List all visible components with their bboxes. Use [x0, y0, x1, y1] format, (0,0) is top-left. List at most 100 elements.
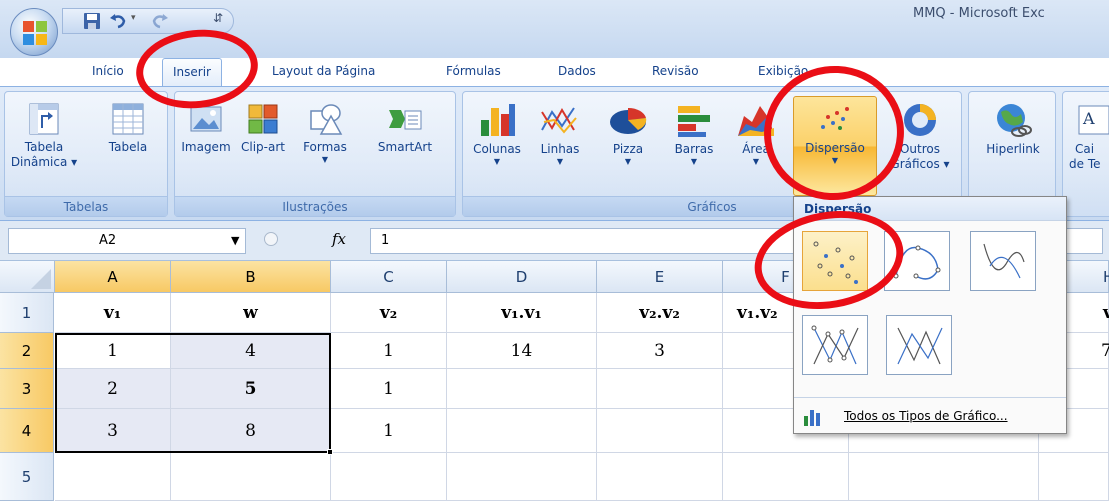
- cell-e3[interactable]: [597, 369, 723, 409]
- bar-chart-icon: [678, 106, 710, 137]
- cell-a3[interactable]: 2: [55, 369, 171, 409]
- hiperlink-label: Hiperlink: [986, 142, 1040, 156]
- cell-b5[interactable]: [171, 453, 331, 501]
- redo-icon[interactable]: [151, 12, 169, 30]
- scatter-smooth-lines-markers-option[interactable]: [884, 231, 950, 291]
- tab-dados[interactable]: Dados: [554, 58, 600, 86]
- colunas-dropdown-icon: ▼: [493, 157, 501, 166]
- barras-button[interactable]: Barras ▼: [667, 98, 721, 194]
- scatter-straight-lines-markers-option[interactable]: [802, 315, 868, 375]
- scatter-markers-only-option[interactable]: [802, 231, 868, 291]
- cell-c1[interactable]: v₂: [331, 293, 447, 333]
- scatter-straight-lines-option[interactable]: [886, 315, 952, 375]
- all-chart-types-label: Todos os Tipos de Gráfico...: [844, 409, 1008, 423]
- row-header-2[interactable]: 2: [0, 333, 54, 369]
- cell-h5[interactable]: [1039, 453, 1109, 501]
- name-box[interactable]: A2 ▼: [8, 228, 246, 254]
- column-header-c[interactable]: C: [331, 261, 447, 293]
- formula-cancel-icon[interactable]: [264, 232, 278, 246]
- pizza-dropdown-icon: ▼: [624, 157, 632, 166]
- tab-exibicao[interactable]: Exibição: [754, 58, 812, 86]
- select-all-corner[interactable]: [0, 261, 55, 293]
- undo-icon[interactable]: [109, 12, 127, 30]
- cell-f5[interactable]: [723, 453, 849, 501]
- group-ilustracoes-label: Ilustrações: [175, 196, 455, 216]
- name-box-dropdown-icon[interactable]: ▼: [231, 234, 239, 247]
- cell-d4[interactable]: [447, 409, 597, 453]
- cell-a1[interactable]: v₁: [55, 293, 171, 333]
- smartart-button[interactable]: SmartArt: [365, 98, 445, 194]
- clip-art-button[interactable]: Clip-art: [233, 98, 293, 194]
- tab-layout-da-pagina[interactable]: Layout da Página: [268, 58, 379, 86]
- tab-formulas[interactable]: Fórmulas: [442, 58, 505, 86]
- cell-b2[interactable]: 4: [171, 333, 331, 369]
- row-header-5[interactable]: 5: [0, 453, 54, 501]
- tab-revisao[interactable]: Revisão: [648, 58, 703, 86]
- area-dropdown-icon: ▼: [752, 157, 760, 166]
- cell-b1[interactable]: w: [171, 293, 331, 333]
- scatter-smooth-lines-option[interactable]: [970, 231, 1036, 291]
- imagem-button[interactable]: Imagem: [181, 98, 231, 194]
- scatter-chart-gallery: Dispersão Todos os Tipos de Gráfico...: [793, 196, 1067, 434]
- cell-c3[interactable]: 1: [331, 369, 447, 409]
- column-header-d[interactable]: D: [447, 261, 597, 293]
- linhas-button[interactable]: Linhas ▼: [533, 98, 587, 194]
- tabela-button[interactable]: Tabela: [97, 98, 159, 194]
- other-charts-icon: [904, 104, 936, 136]
- outros-graficos-button[interactable]: Outros Gráficos ▾: [883, 98, 957, 194]
- cell-c4[interactable]: 1: [331, 409, 447, 453]
- cell-e1[interactable]: v₂.v₂: [597, 293, 723, 333]
- cell-g5[interactable]: [849, 453, 1039, 501]
- column-header-a[interactable]: A: [55, 261, 171, 293]
- column-header-b[interactable]: B: [171, 261, 331, 293]
- cell-d5[interactable]: [447, 453, 597, 501]
- imagem-label: Imagem: [181, 140, 231, 154]
- cell-e5[interactable]: [597, 453, 723, 501]
- cell-c5[interactable]: [331, 453, 447, 501]
- cell-b4[interactable]: 8: [171, 409, 331, 453]
- outros-label-2: Gráficos ▾: [890, 157, 950, 171]
- all-chart-types-item[interactable]: Todos os Tipos de Gráfico...: [794, 397, 1066, 433]
- tabela-dinamica-label-1: Tabela: [24, 140, 64, 154]
- undo-dropdown-icon[interactable]: ▾: [131, 13, 136, 23]
- cell-a2[interactable]: 1: [55, 333, 171, 369]
- cell-d2[interactable]: 14: [447, 333, 597, 369]
- colunas-button[interactable]: Colunas ▼: [467, 98, 527, 194]
- cell-a5[interactable]: [55, 453, 171, 501]
- cell-e2[interactable]: 3: [597, 333, 723, 369]
- cell-d3[interactable]: [447, 369, 597, 409]
- group-tabelas-label: Tabelas: [5, 196, 167, 216]
- pivot-table-icon: [29, 103, 59, 135]
- insert-function-icon[interactable]: fx: [332, 230, 346, 248]
- tab-inserir[interactable]: Inserir: [162, 58, 222, 86]
- cell-d1[interactable]: v₁.v₁: [447, 293, 597, 333]
- scatter-straight-lines-markers-icon: [811, 325, 859, 365]
- row-header-1[interactable]: 1: [0, 293, 54, 333]
- scatter-chart-icon: [821, 107, 849, 130]
- fill-handle[interactable]: [327, 449, 333, 455]
- row-header-3[interactable]: 3: [0, 369, 54, 409]
- customize-qat-icon[interactable]: ⇵: [213, 11, 223, 25]
- column-header-e[interactable]: E: [597, 261, 723, 293]
- save-icon[interactable]: [83, 12, 101, 30]
- hiperlink-button[interactable]: Hiperlink: [975, 98, 1051, 194]
- row-header-4[interactable]: 4: [0, 409, 54, 453]
- tab-inicio[interactable]: Início: [88, 58, 128, 86]
- colunas-label: Colunas: [473, 142, 521, 156]
- cell-e4[interactable]: [597, 409, 723, 453]
- clip-art-label: Clip-art: [241, 140, 285, 154]
- caixa-de-texto-button[interactable]: A Cai de Te: [1067, 98, 1109, 194]
- group-texto: A Cai de Te: [1062, 91, 1109, 217]
- formula-value: 1: [381, 233, 390, 248]
- dispersao-button[interactable]: Dispersão ▼: [793, 96, 877, 196]
- cell-a4[interactable]: 3: [55, 409, 171, 453]
- office-button[interactable]: [10, 8, 58, 56]
- tabela-dinamica-button[interactable]: Tabela Dinâmica ▾: [9, 98, 79, 194]
- pizza-button[interactable]: Pizza ▼: [603, 98, 653, 194]
- formas-button[interactable]: Formas ▼: [297, 98, 353, 194]
- area-button[interactable]: Área ▼: [729, 98, 783, 194]
- cell-c2[interactable]: 1: [331, 333, 447, 369]
- cell-b3[interactable]: 5: [171, 369, 331, 409]
- barras-label: Barras: [674, 142, 714, 156]
- hyperlink-globe-icon: [997, 104, 1032, 137]
